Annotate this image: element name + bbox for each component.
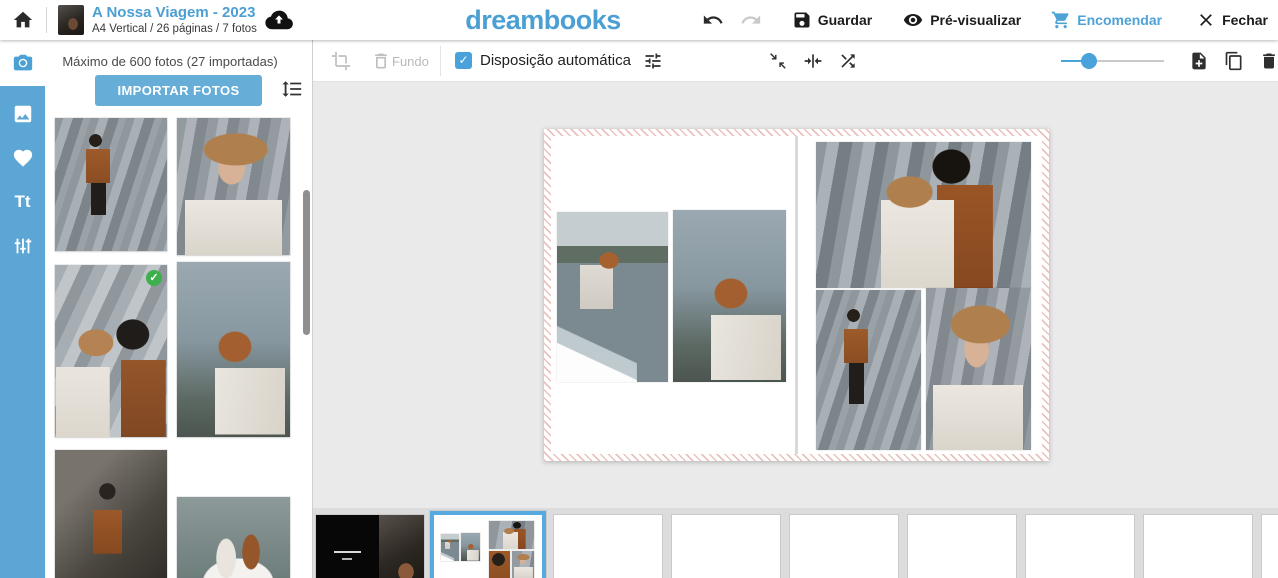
filmstrip-current-spread[interactable] — [430, 511, 546, 578]
page-filmstrip — [313, 508, 1278, 578]
page-photo-couple-marble[interactable] — [816, 142, 1031, 288]
photo-limit-label: Máximo de 600 fotos (27 importadas) — [45, 54, 295, 69]
photo-thumb-cave-boat[interactable] — [55, 450, 167, 578]
save-button[interactable]: Guardar — [792, 10, 872, 30]
zoom-slider-knob[interactable] — [1081, 53, 1097, 69]
editor-stage: Fundo ✓ Disposição automática — [312, 40, 1278, 578]
home-icon — [12, 9, 34, 31]
dreambooks-editor: A Nossa Viagem - 2023 A4 Vertical / 26 p… — [0, 0, 1278, 578]
cover-photo-half — [379, 515, 424, 578]
heart-icon — [12, 147, 34, 169]
order-label: Encomendar — [1077, 12, 1162, 28]
sidebar-rail-bg: Tt — [0, 86, 45, 578]
header: A Nossa Viagem - 2023 A4 Vertical / 26 p… — [0, 0, 1278, 40]
camera-icon — [12, 52, 34, 74]
save-label: Guardar — [818, 12, 872, 28]
cloud-upload-icon[interactable] — [264, 8, 294, 32]
page-photo-lake-woman[interactable] — [673, 210, 786, 382]
sidebar-item-layouts[interactable] — [0, 94, 45, 134]
line-spacing-icon — [281, 78, 303, 100]
filmstrip-blank-page[interactable] — [908, 515, 1016, 578]
collapse-arrows-button[interactable] — [768, 51, 788, 71]
page-photo-woman-hat[interactable] — [926, 288, 1031, 450]
photo-thumbnail-grid: ✓ — [45, 118, 312, 578]
photo-used-check-badge: ✓ — [146, 270, 162, 286]
merge-pages-button[interactable] — [803, 51, 823, 71]
photo-thumb-lake-woman[interactable] — [177, 262, 290, 437]
panel-scrollbar[interactable] — [303, 190, 310, 335]
import-photos-button[interactable]: IMPORTAR FOTOS — [95, 75, 262, 106]
preview-label: Pré-visualizar — [930, 12, 1021, 28]
sidebar-item-photos[interactable] — [0, 40, 45, 86]
home-button[interactable] — [12, 9, 34, 31]
text-icon: Tt — [14, 192, 30, 212]
order-button[interactable]: Encomendar — [1051, 10, 1162, 30]
background-label: Fundo — [392, 54, 429, 69]
crop-button[interactable] — [331, 51, 351, 71]
filmstrip-blank-page[interactable] — [1026, 515, 1134, 578]
mini-photo — [461, 533, 480, 561]
filmstrip-blank-page[interactable] — [672, 515, 780, 578]
sidebar-item-favorites[interactable] — [0, 138, 45, 178]
filmstrip-blank-page[interactable] — [554, 515, 662, 578]
page-photo-boat-woman[interactable] — [557, 212, 668, 382]
save-icon — [792, 10, 812, 30]
shuffle-photos-button[interactable] — [838, 51, 858, 71]
sidebar-rail: Tt — [0, 40, 45, 578]
filmstrip-blank-page[interactable] — [790, 515, 898, 578]
duplicate-page-button[interactable] — [1224, 51, 1244, 71]
project-cover-thumbnail[interactable] — [58, 5, 84, 35]
undo-button[interactable] — [702, 9, 724, 31]
background-delete-button[interactable] — [371, 51, 391, 71]
dreambooks-logo: dreambooks — [465, 5, 621, 36]
mini-photo — [489, 521, 534, 549]
image-icon — [12, 103, 34, 125]
book-spread[interactable] — [544, 129, 1049, 461]
delete-page-button[interactable] — [1259, 51, 1278, 71]
close-label: Fechar — [1222, 12, 1268, 28]
preview-button[interactable]: Pré-visualizar — [902, 9, 1021, 31]
zoom-slider[interactable] — [1061, 60, 1164, 62]
header-divider — [46, 7, 47, 33]
close-icon — [1196, 10, 1216, 30]
sidebar-item-text[interactable]: Tt — [0, 182, 45, 222]
project-subtitle: A4 Vertical / 26 páginas / 7 fotos — [92, 22, 257, 36]
canvas-toolbar: Fundo ✓ Disposição automática — [313, 40, 1278, 82]
project-title[interactable]: A Nossa Viagem - 2023 — [92, 4, 257, 22]
sidebar-item-options[interactable] — [0, 226, 45, 266]
auto-layout-label: Disposição automática — [480, 52, 631, 69]
redo-button[interactable] — [740, 9, 762, 31]
mini-photo — [489, 551, 510, 578]
photo-thumb-couple-boat[interactable] — [177, 497, 290, 578]
add-page-button[interactable] — [1189, 51, 1209, 71]
canvas-area — [313, 82, 1278, 508]
preview-icon — [902, 9, 924, 31]
photo-thumb-selfie[interactable]: ✓ — [55, 265, 167, 437]
auto-layout-checkbox[interactable]: ✓ — [455, 52, 472, 69]
photo-thumb-man-rocks[interactable] — [55, 118, 167, 251]
sort-photos-button[interactable] — [281, 78, 303, 100]
photo-thumb-woman-hat[interactable] — [177, 118, 290, 255]
close-button[interactable]: Fechar — [1196, 10, 1268, 30]
cover-black-half — [316, 515, 379, 578]
photos-panel: Máximo de 600 fotos (27 importadas) IMPO… — [45, 40, 312, 578]
mini-photo — [512, 551, 534, 578]
filmstrip-blank-page[interactable] — [1262, 515, 1278, 578]
header-actions: Guardar Pré-visualizar Encomendar Fechar — [702, 0, 1268, 40]
cart-icon — [1051, 10, 1071, 30]
mini-photo — [441, 534, 459, 561]
adjust-icon — [12, 235, 34, 257]
project-info: A Nossa Viagem - 2023 A4 Vertical / 26 p… — [92, 4, 257, 36]
layout-tune-button[interactable] — [643, 51, 663, 71]
filmstrip-blank-page[interactable] — [1144, 515, 1252, 578]
toolbar-divider — [440, 46, 441, 76]
filmstrip-cover[interactable] — [316, 515, 424, 578]
page-photo-man-rocks[interactable] — [816, 290, 921, 450]
